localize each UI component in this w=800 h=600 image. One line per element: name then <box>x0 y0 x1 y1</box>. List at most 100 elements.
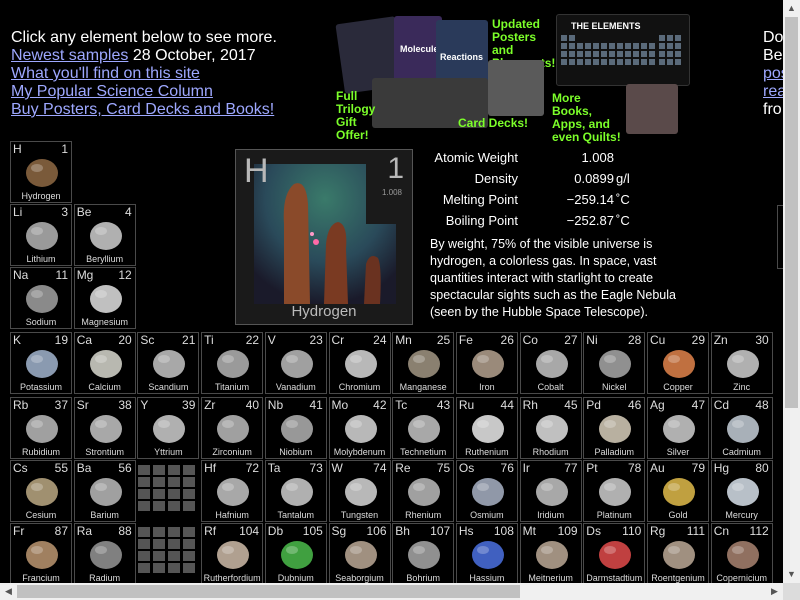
lanthanide-actinide-placeholder[interactable] <box>136 463 198 583</box>
element-cell-mercury[interactable]: Hg 80 Mercury <box>710 460 773 522</box>
element-number: 55 <box>54 461 68 475</box>
element-cell-iridium[interactable]: Ir 77 Iridium <box>519 460 582 522</box>
element-cell-roentgenium[interactable]: Rg 111 Roentgenium <box>647 523 709 583</box>
element-name: Scandium <box>148 382 189 392</box>
element-cell-platinum[interactable]: Pt 78 Platinum <box>583 460 646 522</box>
element-cell-rutherfordium[interactable]: Rf 104 Rutherfordium <box>201 523 264 583</box>
element-cell-francium[interactable]: Fr 87 Francium <box>10 523 72 583</box>
element-cell-zirconium[interactable]: Zr 40 Zirconium <box>201 397 264 459</box>
element-name: Roentgenium <box>651 573 705 583</box>
element-cell-palladium[interactable]: Pd 46 Palladium <box>583 397 646 459</box>
element-cell-rhenium[interactable]: Re 75 Rhenium <box>392 460 455 522</box>
element-sample-image <box>471 415 504 443</box>
element-cell-iron[interactable]: Fe 26 Iron <box>455 332 518 394</box>
element-symbol: Rg <box>650 524 666 538</box>
scroll-left-arrow[interactable]: ◀ <box>0 583 17 600</box>
element-cell-cesium[interactable]: Cs 55 Cesium <box>10 460 72 522</box>
element-sample-image <box>726 478 759 506</box>
element-cell-technetium[interactable]: Tc 43 Technetium <box>392 397 455 459</box>
element-cell-yttrium[interactable]: Y 39 Yttrium <box>137 397 200 459</box>
element-symbol: Re <box>395 461 411 475</box>
element-cell-lithium[interactable]: Li 3 Lithium <box>10 204 72 266</box>
element-name: Beryllium <box>86 254 124 264</box>
element-cell-molybdenum[interactable]: Mo 42 Molybdenum <box>328 397 391 459</box>
vertical-scroll-thumb[interactable] <box>785 17 798 408</box>
element-sample-image <box>217 350 250 378</box>
element-cell-strontium[interactable]: Sr 38 Strontium <box>73 397 136 459</box>
element-symbol: Zr <box>204 398 216 412</box>
element-symbol: Sr <box>76 398 89 412</box>
prop-unit: ˚C <box>616 192 630 207</box>
element-cell-meitnerium[interactable]: Mt 109 Meitnerium <box>519 523 582 583</box>
element-cell-seaborgium[interactable]: Sg 106 Seaborgium <box>328 523 391 583</box>
element-cell-magnesium[interactable]: Mg 12 Magnesium <box>73 267 136 329</box>
element-cell-osmium[interactable]: Os 76 Osmium <box>455 460 518 522</box>
element-sample-image <box>153 415 186 443</box>
element-cell-titanium[interactable]: Ti 22 Titanium <box>201 332 264 394</box>
poster-title: THE ELEMENTS <box>571 21 641 31</box>
element-cell-copernicium[interactable]: Cn 112 Copernicium <box>710 523 773 583</box>
popular-science-link[interactable]: My Popular Science Column <box>11 83 213 100</box>
element-symbol: Pt <box>586 461 598 475</box>
element-symbol: Ru <box>458 398 475 412</box>
element-cell-vanadium[interactable]: V 23 Vanadium <box>264 332 327 394</box>
scroll-up-arrow[interactable]: ▲ <box>783 0 800 17</box>
element-symbol: Ba <box>76 461 92 475</box>
element-cell-cobalt[interactable]: Co 27 Cobalt <box>519 332 582 394</box>
element-number: 111 <box>686 524 705 538</box>
element-cell-darmstadtium[interactable]: Ds 110 Darmstadtium <box>583 523 646 583</box>
element-cell-rhodium[interactable]: Rh 45 Rhodium <box>519 397 582 459</box>
element-cell-bohrium[interactable]: Bh 107 Bohrium <box>392 523 455 583</box>
element-cell-nickel[interactable]: Ni 28 Nickel <box>583 332 646 394</box>
element-cell-barium[interactable]: Ba 56 Barium <box>73 460 136 522</box>
element-symbol: Mt <box>522 524 536 538</box>
element-cell-manganese[interactable]: Mn 25 Manganese <box>392 332 455 394</box>
element-sample-image <box>599 478 632 506</box>
element-number: 29 <box>691 333 705 347</box>
featured-element-image[interactable]: H 1 1.008 Hydrogen <box>235 149 413 325</box>
element-cell-radium[interactable]: Ra 88 Radium <box>73 523 136 583</box>
element-cell-hafnium[interactable]: Hf 72 Hafnium <box>201 460 264 522</box>
element-cell-dubnium[interactable]: Db 105 Dubnium <box>264 523 327 583</box>
what-you-find-link[interactable]: What you'll find on this site <box>11 65 200 82</box>
element-name: Dubnium <box>277 573 314 583</box>
element-cell-beryllium[interactable]: Be 4 Beryllium <box>73 204 136 266</box>
element-cell-tantalum[interactable]: Ta 73 Tantalum <box>264 460 327 522</box>
element-cell-tungsten[interactable]: W 74 Tungsten <box>328 460 391 522</box>
right-link[interactable]: pos <box>763 65 783 82</box>
horizontal-scroll-thumb[interactable] <box>17 585 520 598</box>
promo-banner[interactable]: Molecules Reactions Full Trilogy Gift Of… <box>335 14 690 144</box>
element-sample-image <box>26 415 58 443</box>
scroll-down-arrow[interactable]: ▼ <box>783 566 800 583</box>
scroll-right-arrow[interactable]: ▶ <box>766 583 783 600</box>
element-cell-scandium[interactable]: Sc 21 Scandium <box>137 332 200 394</box>
buy-posters-link[interactable]: Buy Posters, Card Decks and Books! <box>11 101 274 118</box>
element-cell-calcium[interactable]: Ca 20 Calcium <box>73 332 136 394</box>
element-number: 21 <box>182 333 196 347</box>
element-cell-gold[interactable]: Au 79 Gold <box>647 460 709 522</box>
element-sample-image <box>408 478 441 506</box>
element-cell-chromium[interactable]: Cr 24 Chromium <box>328 332 391 394</box>
element-cell-zinc[interactable]: Zn 30 Zinc <box>710 332 773 394</box>
element-number: 39 <box>182 398 196 412</box>
element-cell-copper[interactable]: Cu 29 Copper <box>647 332 709 394</box>
element-cell-niobium[interactable]: Nb 41 Niobium <box>264 397 327 459</box>
element-cell-hydrogen[interactable]: H 1 Hydrogen <box>10 141 72 203</box>
element-cell-sodium[interactable]: Na 11 Sodium <box>10 267 72 329</box>
elements-poster-image: THE ELEMENTS <box>556 14 690 86</box>
right-link[interactable]: rea <box>763 83 783 100</box>
element-number: 3 <box>61 205 68 219</box>
element-name: Strontium <box>85 447 124 457</box>
element-number: 45 <box>564 398 578 412</box>
element-cell-potassium[interactable]: K 19 Potassium <box>10 332 72 394</box>
element-cell-cadmium[interactable]: Cd 48 Cadmium <box>710 397 773 459</box>
element-cell-silver[interactable]: Ag 47 Silver <box>647 397 709 459</box>
element-cell-hassium[interactable]: Hs 108 Hassium <box>455 523 518 583</box>
element-sample-image <box>217 478 250 506</box>
element-name: Cobalt <box>537 382 564 392</box>
element-number: 73 <box>309 461 323 475</box>
element-cell-ruthenium[interactable]: Ru 44 Ruthenium <box>455 397 518 459</box>
newest-samples-link[interactable]: Newest samples <box>11 47 128 64</box>
element-name: Titanium <box>215 382 250 392</box>
element-cell-rubidium[interactable]: Rb 37 Rubidium <box>10 397 72 459</box>
